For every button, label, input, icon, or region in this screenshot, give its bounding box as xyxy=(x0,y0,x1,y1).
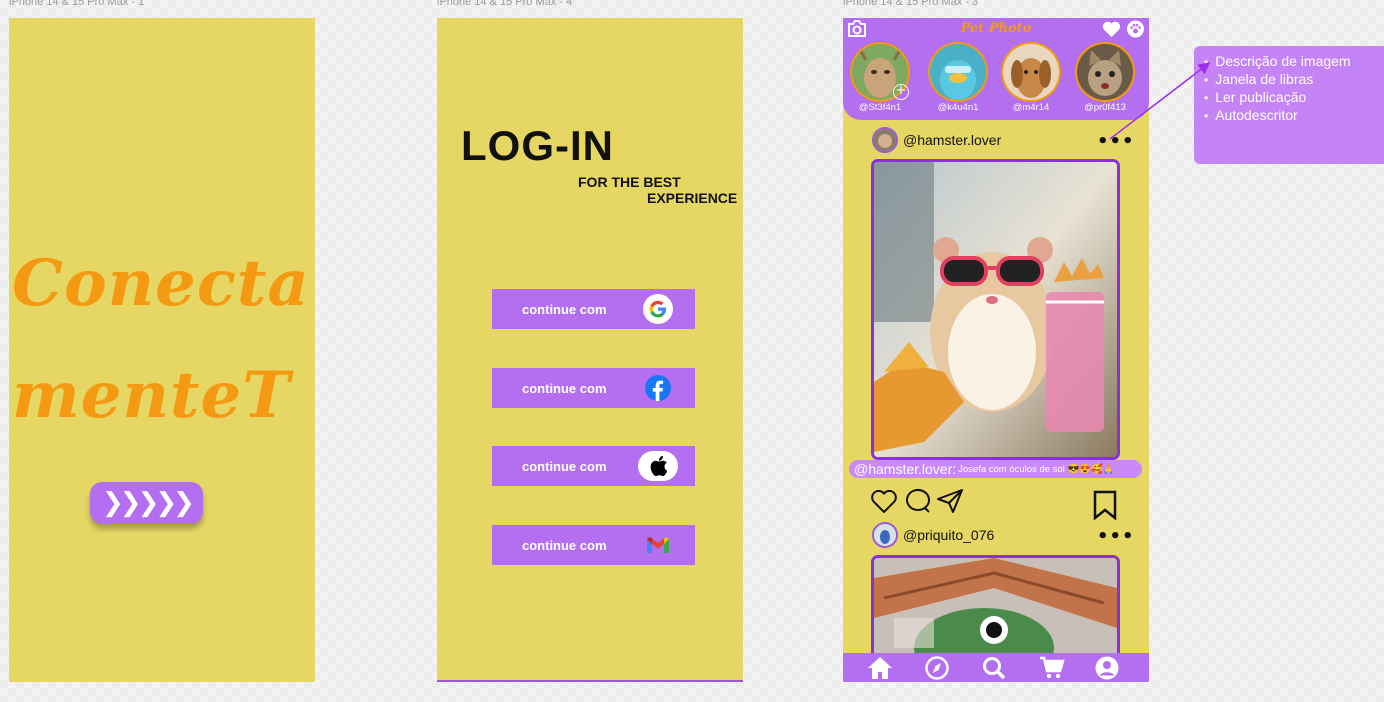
story-item[interactable]: @k4u4n1 xyxy=(927,42,989,113)
post-username[interactable]: @priquito_076 xyxy=(903,527,994,543)
compass-icon[interactable] xyxy=(924,656,950,680)
divider xyxy=(437,680,743,682)
search-icon[interactable] xyxy=(981,656,1007,680)
continue-label: continue com xyxy=(522,458,607,474)
story-handle: @m4r14 xyxy=(1012,102,1050,113)
like-icon[interactable] xyxy=(870,488,898,518)
continue-label: continue com xyxy=(522,301,607,317)
frame-label-1: iPhone 14 & 15 Pro Max - 1 xyxy=(9,0,145,8)
facebook-icon xyxy=(645,375,671,401)
post-caption: @hamster.lover: Josefa com óculos de sol… xyxy=(849,460,1142,478)
post-username[interactable]: @hamster.lover xyxy=(903,132,1001,148)
feed-screen: Pet Photo + @St3f4n1 @k4u4n1 @m4r14 @pr0… xyxy=(843,18,1149,682)
continue-gmail-button[interactable]: continue com xyxy=(492,525,695,565)
login-title: LOG-IN xyxy=(461,122,614,169)
heart-icon[interactable] xyxy=(1102,20,1121,42)
login-subtitle-line1: FOR THE BEST xyxy=(578,174,681,190)
stories-bar: + @St3f4n1 @k4u4n1 @m4r14 @pr0f413 xyxy=(843,40,1149,120)
frame-label-2: iPhone 14 & 15 Pro Max - 4 xyxy=(437,0,573,8)
story-item[interactable]: @m4r14 xyxy=(1000,42,1062,113)
caption-username[interactable]: @hamster.lover: xyxy=(854,461,956,477)
login-subtitle-line2: EXPERIENCE xyxy=(647,190,738,206)
option-image-description[interactable]: Descrição de imagem xyxy=(1204,53,1384,71)
top-bar: Pet Photo xyxy=(843,18,1149,40)
app-title-line2: menteT xyxy=(12,358,291,433)
story-avatar-bird xyxy=(930,44,986,100)
accessibility-options-panel: Descrição de imagem Janela de libras Ler… xyxy=(1194,46,1384,164)
continue-label: continue com xyxy=(522,380,607,396)
story-handle: @k4u4n1 xyxy=(937,102,979,113)
more-options-icon[interactable]: ••• xyxy=(1097,133,1135,151)
continue-apple-button[interactable]: continue com xyxy=(492,446,695,486)
post-header: @priquito_076 xyxy=(872,522,994,548)
google-icon xyxy=(643,294,673,324)
option-audio-description[interactable]: Autodescritor xyxy=(1204,107,1384,125)
continue-google-button[interactable]: continue com xyxy=(492,289,695,329)
story-handle: @pr0f413 xyxy=(1084,102,1126,113)
caption-text: Josefa com óculos de sol 😎😍🥰🙏 xyxy=(958,463,1115,475)
cart-icon[interactable] xyxy=(1039,656,1065,680)
splash-screen: Conecta menteT ❯❯❯❯❯ xyxy=(9,18,315,682)
continue-label: continue com xyxy=(522,537,607,553)
option-sign-language-window[interactable]: Janela de libras xyxy=(1204,71,1384,89)
avatar[interactable] xyxy=(872,522,898,548)
share-icon[interactable] xyxy=(936,488,964,518)
comment-icon[interactable] xyxy=(904,488,932,518)
post-header: @hamster.lover xyxy=(872,127,1001,153)
story-handle: @St3f4n1 xyxy=(858,102,902,113)
bookmark-icon[interactable] xyxy=(1093,490,1117,524)
next-arrows-button[interactable]: ❯❯❯❯❯ xyxy=(90,482,203,524)
profile-icon[interactable] xyxy=(1094,656,1120,680)
story-avatar-dog xyxy=(1003,44,1059,100)
gmail-icon xyxy=(643,530,673,560)
app-title-line1: Conecta xyxy=(12,246,310,321)
continue-facebook-button[interactable]: continue com xyxy=(492,368,695,408)
more-options-icon[interactable]: ••• xyxy=(1097,528,1135,546)
post-image-hamster[interactable] xyxy=(871,159,1120,460)
option-read-post[interactable]: Ler publicação xyxy=(1204,89,1384,107)
add-story-icon[interactable]: + xyxy=(893,84,909,100)
apple-icon xyxy=(638,451,678,481)
avatar[interactable] xyxy=(872,127,898,153)
story-item[interactable]: @pr0f413 xyxy=(1074,42,1136,113)
frame-label-3: iPhone 14 & 15 Pro Max - 3 xyxy=(843,0,979,8)
home-icon[interactable] xyxy=(867,656,893,680)
login-screen: LOG-IN FOR THE BEST EXPERIENCE continue … xyxy=(437,18,743,682)
story-item[interactable]: + @St3f4n1 xyxy=(849,42,911,113)
paw-message-icon[interactable] xyxy=(1126,20,1145,42)
story-avatar-cat xyxy=(1077,44,1133,100)
bottom-navigation xyxy=(843,653,1149,682)
